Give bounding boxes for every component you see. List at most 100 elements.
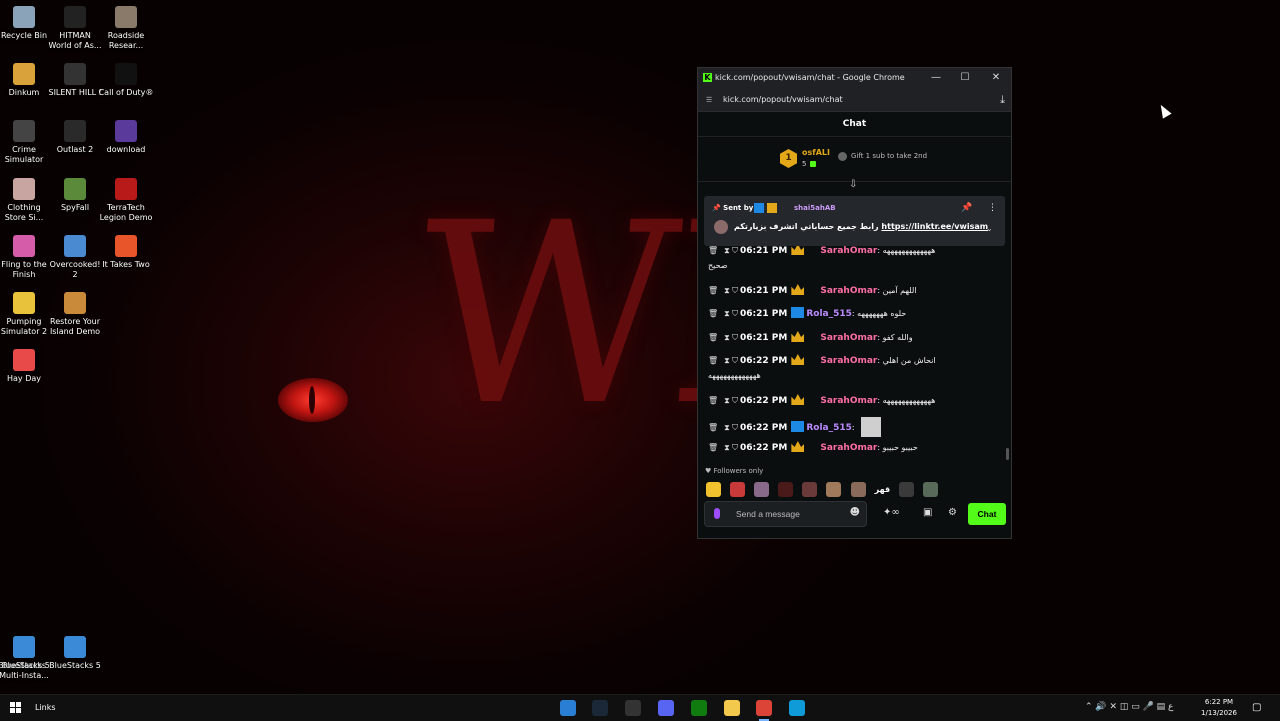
microphone-icon[interactable] [714,508,720,519]
desktop-icon[interactable]: SpyFall [47,178,103,213]
system-tray-icons[interactable]: ⌃ 🔊 ✕ ◫ ▭ 🎤 ▤ ع [1085,702,1173,712]
taskbar-clock[interactable]: 6:22 PM 1/13/2026 [1198,697,1240,719]
pinned-sender[interactable]: shai5ahAB [794,204,836,212]
message-input[interactable] [736,507,846,521]
emote-photo-icon[interactable] [754,482,770,497]
chat-scrollbar[interactable] [1006,448,1009,460]
message-input-box[interactable]: ☻ [704,501,867,527]
chat-username[interactable]: SarahOmar [820,333,877,343]
desktop-icon[interactable]: Roadside Resear... [98,6,154,51]
chat-username[interactable]: Rola_515 [806,423,852,433]
desktop-icon[interactable]: Restore Your Island Demo [47,292,103,337]
chat-username[interactable]: SarahOmar [820,443,877,453]
shield-icon[interactable]: ⛉ [732,309,738,318]
maximize-button[interactable]: ☐ [957,71,973,85]
settings-icon[interactable]: ⚙ [948,507,957,518]
pinned-link[interactable]: https://linktr.ee/vwisam [881,222,988,231]
send-chat-button[interactable]: Chat [968,503,1006,525]
emote-hand-icon[interactable] [899,482,915,497]
chat-username[interactable]: SarahOmar [820,286,877,296]
desktop-icon[interactable]: Outlast 2 [47,120,103,155]
taskbar-discord-icon[interactable] [658,700,674,716]
shield-icon[interactable]: ⛉ [732,356,738,365]
delete-icon[interactable]: 🗑 [708,443,718,452]
download-icon[interactable]: ⤓ [1000,93,1005,107]
more-options-icon[interactable]: ⋮ [988,203,997,213]
timeout-icon[interactable]: ⧗ [724,356,730,365]
delete-icon[interactable]: 🗑 [708,333,718,342]
desktop-icon[interactable]: BlueStacks 5 [0,636,52,671]
delete-icon[interactable]: 🗑 [708,396,718,405]
desktop-icon[interactable]: download [98,120,154,155]
delete-icon[interactable]: 🗑 [708,309,718,318]
leader-username[interactable]: osfALI [802,148,830,157]
pin-icon[interactable]: 📌 [961,203,972,213]
desktop-icon[interactable]: Overcooked! 2 [47,235,103,280]
emoji-icon[interactable]: ☻ [850,507,860,518]
timeout-icon[interactable]: ⧗ [724,396,730,405]
store-icon[interactable]: ▣ [923,507,932,518]
timeout-icon[interactable]: ⧗ [724,246,730,255]
chat-username[interactable]: SarahOmar [820,356,877,366]
emote-text[interactable]: قهر [875,485,891,494]
taskbar-obs-icon[interactable] [625,700,641,716]
taskbar-chrome-icon[interactable] [756,700,772,721]
site-info-icon[interactable]: ☰ [706,96,712,104]
desktop-icon[interactable]: TerraTech Legion Demo [98,178,154,223]
expand-pinned-icon[interactable]: ⌄ [986,224,993,233]
taskbar-file-explorer-icon[interactable] [724,700,740,716]
delete-icon[interactable]: 🗑 [708,356,718,365]
close-button[interactable]: ✕ [988,71,1004,85]
chat-username[interactable]: Rola_515 [806,309,852,319]
shield-icon[interactable]: ⛉ [732,443,738,452]
windows-start-icon[interactable] [10,702,22,714]
desktop-icon[interactable]: BlueStacks 5 [47,636,103,671]
emote-group-icon[interactable] [850,482,866,497]
gift-prompt[interactable]: Gift 1 sub to take 2nd [851,152,927,160]
desktop-icon[interactable]: HITMAN World of As... [47,6,103,51]
timeout-icon[interactable]: ⧗ [724,309,730,318]
desktop-icon[interactable]: Pumping Simulator 2 [0,292,52,337]
kicks-icon[interactable]: ✦∞ [883,507,900,518]
window-titlebar[interactable]: K kick.com/popout/vwisam/chat - Google C… [698,68,1011,89]
desktop-icon[interactable]: Crime Simulator [0,120,52,165]
desktop-icon[interactable]: Fling to the Finish [0,235,52,280]
emote-rose-icon[interactable] [802,482,818,497]
emote-face-icon[interactable] [730,482,746,497]
desktop-icon[interactable]: Call of Duty® [98,63,154,98]
desktop-icon[interactable]: Clothing Store Si... [0,178,52,223]
shield-icon[interactable]: ⛉ [732,396,738,405]
minimize-button[interactable]: — [928,71,944,85]
links-toolbar[interactable]: Links [35,703,56,712]
delete-icon[interactable]: 🗑 [708,246,718,255]
desktop-icon[interactable]: It Takes Two [98,235,154,270]
address-bar[interactable]: ☰ kick.com/popout/vwisam/chat ⤓ [698,89,1011,112]
timeout-icon[interactable]: ⧗ [724,286,730,295]
desktop-icon[interactable]: Dinkum [0,63,52,98]
shield-icon[interactable]: ⛉ [732,246,738,255]
chat-username[interactable]: SarahOmar [820,246,877,256]
emote-person-icon[interactable] [826,482,842,497]
timeout-icon[interactable]: ⧗ [724,333,730,342]
address-url[interactable]: kick.com/popout/vwisam/chat [723,95,843,104]
desktop-icon[interactable]: Recycle Bin [0,6,52,41]
emote-heart-icon[interactable] [778,482,794,497]
notification-icon[interactable]: ▢ [1252,702,1261,713]
collapse-leaderboard-icon[interactable]: ⇩ [849,179,857,190]
timeout-icon[interactable]: ⧗ [724,423,730,432]
taskbar-xbox-icon[interactable] [691,700,707,716]
shield-icon[interactable]: ⛉ [732,423,738,432]
taskbar-outlook-icon[interactable] [560,700,576,716]
delete-icon[interactable]: 🗑 [708,286,718,295]
chat-username[interactable]: SarahOmar [820,396,877,406]
emote-thumbs-icon[interactable] [706,482,721,497]
shield-icon[interactable]: ⛉ [732,286,738,295]
emote-soldier-icon[interactable] [923,482,939,497]
delete-icon[interactable]: 🗑 [708,423,718,432]
shield-icon[interactable]: ⛉ [732,333,738,342]
desktop-icon[interactable]: Hay Day [0,349,52,384]
taskbar-edge-icon[interactable] [789,700,805,716]
timeout-icon[interactable]: ⧗ [724,443,730,452]
taskbar-steam-icon[interactable] [592,700,608,716]
desktop-icon[interactable]: SILENT HILL f [47,63,103,98]
